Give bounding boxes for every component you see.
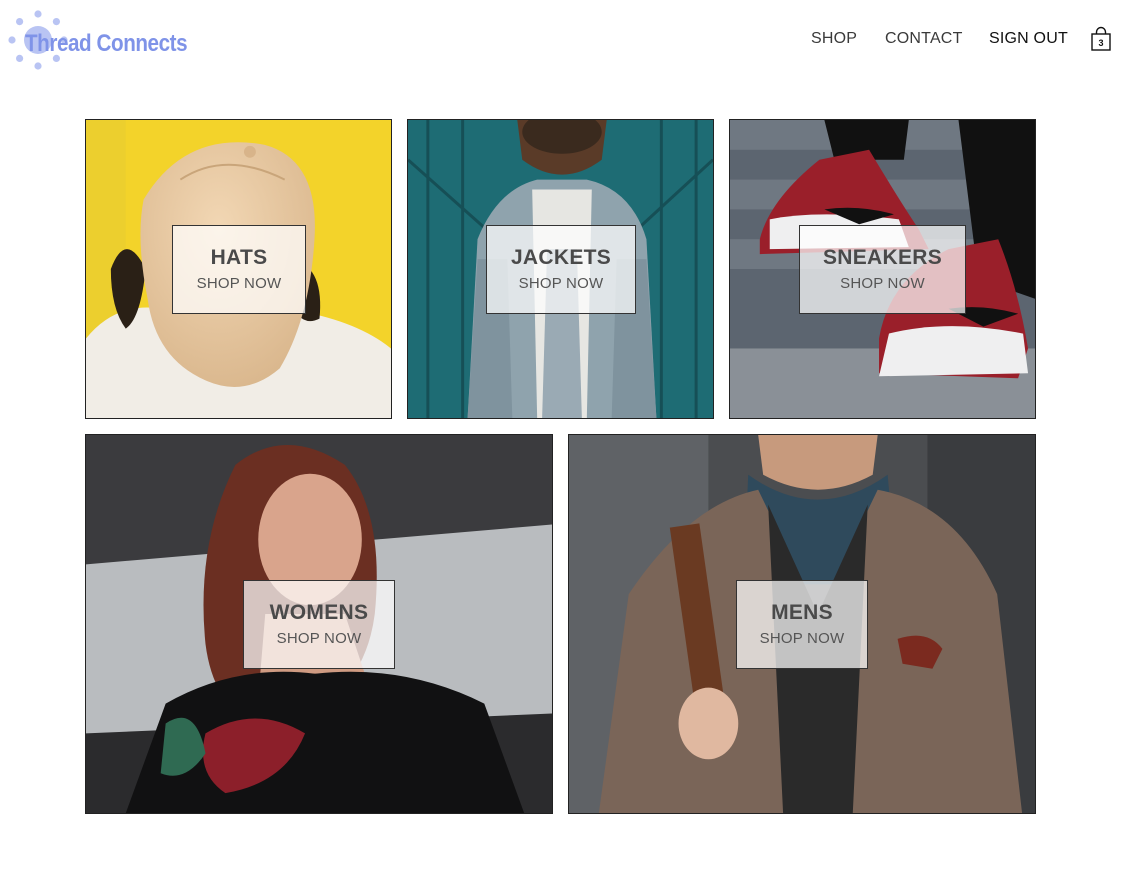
cart-count: 3 [1098,38,1104,48]
category-tile-mens[interactable]: MENS SHOP NOW [568,434,1036,814]
category-tile-womens[interactable]: WOMENS SHOP NOW [85,434,553,814]
logo-link[interactable]: Thread Connects [6,8,196,72]
shop-now-link[interactable]: SHOP NOW [840,274,925,294]
category-tile-jackets[interactable]: JACKETS SHOP NOW [407,119,714,419]
category-title: WOMENS [269,600,369,624]
header: Thread Connects SHOP CONTACT SIGN OUT 3 [0,0,1133,80]
nav-sign-out-link[interactable]: SIGN OUT [989,30,1068,48]
category-title: SNEAKERS [822,245,943,269]
nav-contact-link[interactable]: CONTACT [885,30,963,48]
nav-shop-link[interactable]: SHOP [811,30,857,48]
mens-label-box[interactable]: MENS SHOP NOW [736,580,868,669]
shop-now-link[interactable]: SHOP NOW [197,274,282,294]
womens-label-box[interactable]: WOMENS SHOP NOW [243,580,395,669]
category-title: JACKETS [510,245,612,269]
shop-now-link[interactable]: SHOP NOW [277,629,362,649]
sneakers-label-box[interactable]: SNEAKERS SHOP NOW [799,225,966,314]
shop-now-link[interactable]: SHOP NOW [519,274,604,294]
category-tile-sneakers[interactable]: SNEAKERS SHOP NOW [729,119,1036,419]
cart-button[interactable]: 3 [1089,26,1113,54]
brand-name: Thread Connects [25,30,188,57]
shop-now-link[interactable]: SHOP NOW [760,629,845,649]
category-title: HATS [210,245,268,269]
jackets-label-box[interactable]: JACKETS SHOP NOW [486,225,636,314]
category-title: MENS [771,600,833,624]
category-tile-hats[interactable]: HATS SHOP NOW [85,119,392,419]
hats-label-box[interactable]: HATS SHOP NOW [172,225,306,314]
